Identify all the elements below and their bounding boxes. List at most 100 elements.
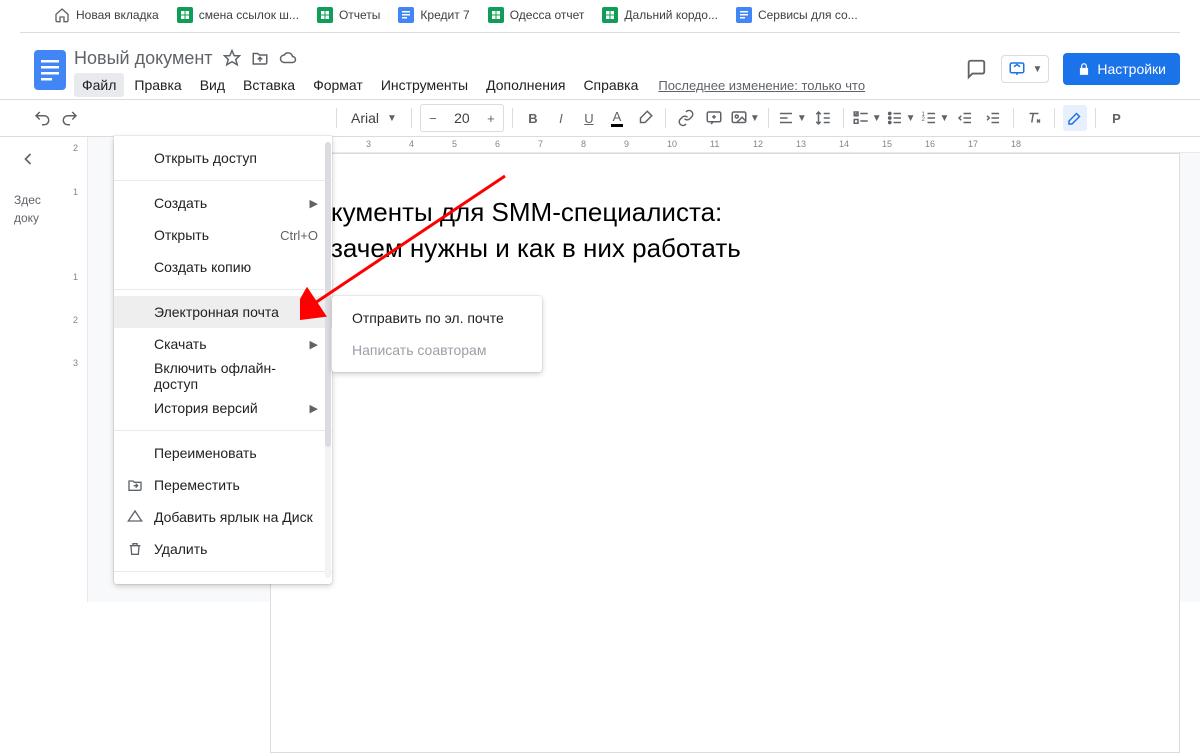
doc-title[interactable]: Новый документ (74, 48, 213, 69)
sheets-icon (317, 7, 333, 23)
star-icon[interactable] (223, 49, 241, 67)
outdent-button[interactable] (953, 105, 977, 131)
numbered-list-button[interactable]: 12▼ (920, 105, 950, 131)
highlight-color-button[interactable] (633, 105, 657, 131)
font-size-increase[interactable]: + (479, 105, 503, 131)
move-icon[interactable] (251, 49, 269, 67)
chevron-right-icon: ▶ (310, 402, 318, 415)
font-size-decrease[interactable]: − (421, 105, 445, 131)
outline-empty-text: Здесдоку (14, 191, 58, 227)
menu-insert[interactable]: Вставка (235, 73, 303, 97)
bookmark-item[interactable]: Кредит 7 (398, 7, 469, 23)
menu-file[interactable]: Файл (74, 73, 124, 97)
redo-button[interactable] (58, 105, 82, 131)
menubar: Файл Правка Вид Вставка Формат Инструмен… (74, 71, 965, 99)
menu-item-delete[interactable]: Удалить (114, 533, 332, 565)
clear-formatting-button[interactable] (1022, 105, 1046, 131)
editing-mode-button[interactable] (1063, 105, 1087, 131)
text-color-button[interactable]: A (605, 105, 629, 131)
bookmark-label: Новая вкладка (76, 8, 159, 22)
email-submenu: Отправить по эл. почте Написать соавтора… (332, 296, 542, 372)
page-heading[interactable]: кументы для SMM-специалиста: зачем нужны… (331, 194, 1119, 267)
checklist-button[interactable]: ▼ (852, 105, 882, 131)
bookmark-label: Сервисы для со... (758, 8, 858, 22)
undo-button[interactable] (30, 105, 54, 131)
menu-item-open[interactable]: ОткрытьCtrl+O (114, 219, 332, 251)
menu-item-share[interactable]: Открыть доступ (114, 142, 332, 174)
insert-comment-button[interactable] (702, 105, 726, 131)
font-size-input[interactable] (445, 110, 479, 126)
menu-item-add-shortcut[interactable]: Добавить ярлык на Диск (114, 501, 332, 533)
present-button[interactable]: ▼ (1001, 55, 1049, 83)
chevron-down-icon: ▼ (387, 113, 397, 124)
font-family-select[interactable]: Arial▼ (345, 105, 403, 131)
menu-help[interactable]: Справка (575, 73, 646, 97)
svg-text:2: 2 (921, 117, 925, 123)
menu-edit[interactable]: Правка (126, 73, 189, 97)
menu-tools[interactable]: Инструменты (373, 73, 476, 97)
folder-move-icon (126, 476, 144, 494)
bookmark-label: Одесса отчет (510, 8, 585, 22)
line-spacing-button[interactable] (811, 105, 835, 131)
bookmark-item[interactable]: Новая вкладка (54, 7, 159, 23)
menu-item-create[interactable]: Создать▶ (114, 187, 332, 219)
submenu-send-email[interactable]: Отправить по эл. почте (332, 302, 542, 334)
menu-view[interactable]: Вид (192, 73, 233, 97)
vertical-ruler[interactable]: 2 1 1 2 3 (70, 137, 88, 602)
menu-addons[interactable]: Дополнения (478, 73, 573, 97)
comments-icon[interactable] (965, 58, 987, 80)
sheets-icon (602, 7, 618, 23)
submenu-write-coauthors: Написать соавторам (332, 334, 542, 366)
indent-button[interactable] (981, 105, 1005, 131)
trash-icon (126, 540, 144, 558)
bold-button[interactable]: B (521, 105, 545, 131)
bookmark-item[interactable]: Одесса отчет (488, 7, 585, 23)
chevron-right-icon: ▶ (310, 306, 318, 319)
menu-item-download[interactable]: Скачать▶ (114, 328, 332, 360)
divider (20, 32, 1180, 33)
insert-image-button[interactable]: ▼ (730, 105, 760, 131)
menu-item-rename[interactable]: Переименовать (114, 437, 332, 469)
input-tools-button[interactable]: Р (1104, 105, 1128, 131)
cloud-status-icon[interactable] (279, 49, 297, 67)
bookmark-item[interactable]: смена ссылок ш... (177, 7, 299, 23)
sheets-icon (177, 7, 193, 23)
outline-close-button[interactable] (14, 145, 42, 173)
share-settings-button[interactable]: Настройки (1063, 53, 1180, 85)
menu-item-history[interactable]: История версий▶ (114, 392, 332, 424)
dropdown-scrollbar[interactable] (325, 142, 331, 578)
chevron-right-icon: ▶ (310, 338, 318, 351)
bookmark-label: смена ссылок ш... (199, 8, 299, 22)
docs-logo[interactable] (30, 45, 70, 95)
bookmark-item[interactable]: Сервисы для со... (736, 7, 858, 23)
chevron-right-icon: ▶ (310, 197, 318, 210)
align-button[interactable]: ▼ (777, 105, 807, 131)
bookmark-item[interactable]: Дальний кордо... (602, 7, 718, 23)
file-menu-dropdown: Открыть доступ Создать▶ ОткрытьCtrl+O Со… (114, 136, 332, 584)
underline-button[interactable]: U (577, 105, 601, 131)
last-edit-link[interactable]: Последнее изменение: только что (658, 78, 865, 93)
menu-item-offline[interactable]: Включить офлайн-доступ (114, 360, 332, 392)
bookmarks-bar: Новая вкладка смена ссылок ш... Отчеты К… (0, 0, 1200, 32)
insert-link-button[interactable] (674, 105, 698, 131)
doc-header: Новый документ Файл Правка Вид Вставка Ф… (0, 41, 1200, 99)
bulleted-list-button[interactable]: ▼ (886, 105, 916, 131)
menu-item-email[interactable]: Электронная почта▶ (114, 296, 332, 328)
sheets-icon (488, 7, 504, 23)
share-settings-label: Настройки (1097, 61, 1166, 77)
document-page[interactable]: кументы для SMM-специалиста: зачем нужны… (270, 153, 1180, 753)
menu-item-move[interactable]: Переместить (114, 469, 332, 501)
menu-item-make-copy[interactable]: Создать копию (114, 251, 332, 283)
drive-shortcut-icon (126, 508, 144, 526)
lock-icon (1077, 62, 1091, 76)
horizontal-ruler[interactable]: 1 2 3 4 5 6 7 8 9 10 11 12 13 14 15 16 1… (270, 137, 1200, 153)
docs-icon (736, 7, 752, 23)
home-icon (54, 7, 70, 23)
bookmark-label: Отчеты (339, 8, 380, 22)
italic-button[interactable]: I (549, 105, 573, 131)
outline-panel: Здесдоку (0, 137, 70, 602)
bookmark-item[interactable]: Отчеты (317, 7, 380, 23)
docs-icon (398, 7, 414, 23)
bookmark-label: Кредит 7 (420, 8, 469, 22)
menu-format[interactable]: Формат (305, 73, 371, 97)
